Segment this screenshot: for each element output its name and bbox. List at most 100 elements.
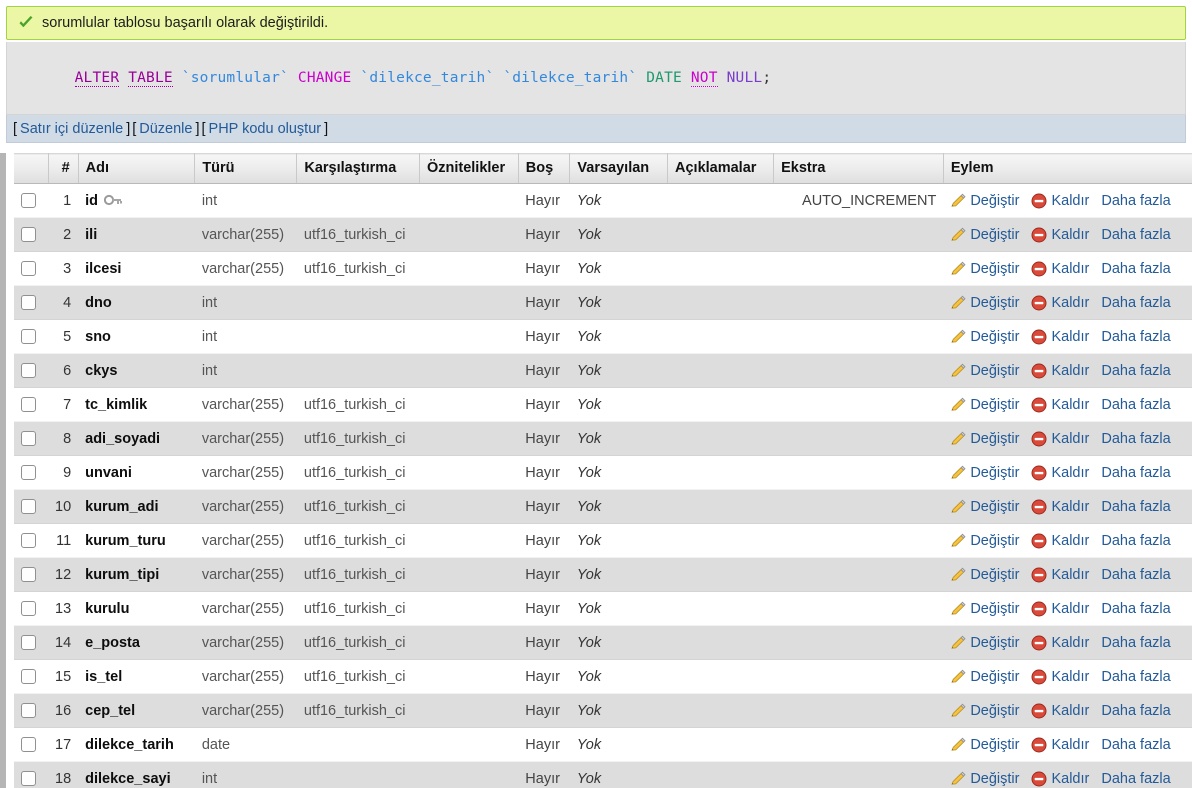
row-checkbox[interactable]	[21, 295, 36, 311]
row-checkbox[interactable]	[21, 737, 36, 753]
row-checkbox-cell[interactable]	[14, 183, 48, 218]
row-checkbox[interactable]	[21, 329, 36, 345]
drop-column-link[interactable]: Kaldır	[1031, 601, 1097, 617]
row-checkbox-cell[interactable]	[14, 421, 48, 456]
change-column-link[interactable]: Değiştir	[950, 669, 1027, 685]
row-checkbox[interactable]	[21, 261, 36, 277]
drop-column-link[interactable]: Kaldır	[1031, 295, 1097, 311]
change-column-link[interactable]: Değiştir	[950, 295, 1027, 311]
more-actions-link[interactable]: Daha fazla	[1101, 771, 1170, 787]
change-column-link[interactable]: Değiştir	[950, 397, 1027, 413]
change-column-link[interactable]: Değiştir	[950, 227, 1027, 243]
more-actions-link[interactable]: Daha fazla	[1101, 193, 1170, 209]
row-checkbox[interactable]	[21, 635, 36, 651]
more-actions-link[interactable]: Daha fazla	[1101, 567, 1170, 583]
row-checkbox-cell[interactable]	[14, 693, 48, 728]
more-actions-link[interactable]: Daha fazla	[1101, 295, 1170, 311]
change-column-link[interactable]: Değiştir	[950, 363, 1027, 379]
more-actions-link[interactable]: Daha fazla	[1101, 669, 1170, 685]
more-actions-link[interactable]: Daha fazla	[1101, 737, 1170, 753]
drop-column-link[interactable]: Kaldır	[1031, 499, 1097, 515]
row-checkbox[interactable]	[21, 499, 36, 515]
header-index[interactable]: #	[48, 153, 79, 184]
change-column-link[interactable]: Değiştir	[950, 771, 1027, 787]
more-actions-link[interactable]: Daha fazla	[1101, 261, 1170, 277]
change-column-link[interactable]: Değiştir	[950, 703, 1027, 719]
drop-column-link[interactable]: Kaldır	[1031, 431, 1097, 447]
row-checkbox[interactable]	[21, 567, 36, 583]
row-checkbox-cell[interactable]	[14, 285, 48, 320]
drop-column-link[interactable]: Kaldır	[1031, 193, 1097, 209]
drop-column-link[interactable]: Kaldır	[1031, 737, 1097, 753]
change-column-link[interactable]: Değiştir	[950, 533, 1027, 549]
change-column-link[interactable]: Değiştir	[950, 431, 1027, 447]
row-checkbox[interactable]	[21, 703, 36, 719]
create-php-code-link[interactable]: PHP kodu oluştur	[206, 121, 325, 137]
drop-column-link[interactable]: Kaldır	[1031, 669, 1097, 685]
row-checkbox-cell[interactable]	[14, 523, 48, 558]
header-collation[interactable]: Karşılaştırma	[296, 153, 420, 184]
drop-column-link[interactable]: Kaldır	[1031, 567, 1097, 583]
row-checkbox-cell[interactable]	[14, 319, 48, 354]
row-checkbox-cell[interactable]	[14, 489, 48, 524]
row-checkbox-cell[interactable]	[14, 659, 48, 694]
change-column-link[interactable]: Değiştir	[950, 567, 1027, 583]
drop-column-link[interactable]: Kaldır	[1031, 261, 1097, 277]
row-checkbox[interactable]	[21, 669, 36, 685]
drop-column-link[interactable]: Kaldır	[1031, 397, 1097, 413]
drop-column-link[interactable]: Kaldır	[1031, 635, 1097, 651]
more-actions-link[interactable]: Daha fazla	[1101, 635, 1170, 651]
row-checkbox[interactable]	[21, 363, 36, 379]
change-column-link[interactable]: Değiştir	[950, 193, 1027, 209]
drop-column-link[interactable]: Kaldır	[1031, 703, 1097, 719]
more-actions-link[interactable]: Daha fazla	[1101, 363, 1170, 379]
row-checkbox-cell[interactable]	[14, 761, 48, 788]
drop-column-link[interactable]: Kaldır	[1031, 465, 1097, 481]
drop-column-link[interactable]: Kaldır	[1031, 771, 1097, 787]
header-select-all[interactable]	[14, 153, 49, 184]
more-actions-link[interactable]: Daha fazla	[1101, 601, 1170, 617]
drop-column-link[interactable]: Kaldır	[1031, 533, 1097, 549]
more-actions-link[interactable]: Daha fazla	[1101, 397, 1170, 413]
row-checkbox-cell[interactable]	[14, 727, 48, 762]
change-column-link[interactable]: Değiştir	[950, 635, 1027, 651]
row-checkbox-cell[interactable]	[14, 217, 48, 252]
header-name[interactable]: Adı	[78, 153, 196, 184]
row-checkbox[interactable]	[21, 465, 36, 481]
header-default[interactable]: Varsayılan	[569, 153, 668, 184]
row-checkbox[interactable]	[21, 431, 36, 447]
row-checkbox-cell[interactable]	[14, 591, 48, 626]
row-checkbox[interactable]	[21, 533, 36, 549]
more-actions-link[interactable]: Daha fazla	[1101, 533, 1170, 549]
more-actions-link[interactable]: Daha fazla	[1101, 465, 1170, 481]
change-column-link[interactable]: Değiştir	[950, 601, 1027, 617]
row-checkbox[interactable]	[21, 601, 36, 617]
row-checkbox[interactable]	[21, 771, 36, 787]
row-checkbox-cell[interactable]	[14, 387, 48, 422]
row-checkbox-cell[interactable]	[14, 557, 48, 592]
row-checkbox-cell[interactable]	[14, 353, 48, 388]
more-actions-link[interactable]: Daha fazla	[1101, 703, 1170, 719]
edit-link[interactable]: Düzenle	[136, 121, 195, 137]
change-column-link[interactable]: Değiştir	[950, 329, 1027, 345]
more-actions-link[interactable]: Daha fazla	[1101, 329, 1170, 345]
change-column-link[interactable]: Değiştir	[950, 465, 1027, 481]
row-checkbox[interactable]	[21, 397, 36, 413]
more-actions-link[interactable]: Daha fazla	[1101, 499, 1170, 515]
row-checkbox-cell[interactable]	[14, 455, 48, 490]
row-checkbox[interactable]	[21, 227, 36, 243]
header-null[interactable]: Boş	[518, 153, 571, 184]
header-extra[interactable]: Ekstra	[773, 153, 944, 184]
header-comments[interactable]: Açıklamalar	[667, 153, 775, 184]
drop-column-link[interactable]: Kaldır	[1031, 329, 1097, 345]
header-attributes[interactable]: Öznitelikler	[419, 153, 519, 184]
change-column-link[interactable]: Değiştir	[950, 499, 1027, 515]
header-type[interactable]: Türü	[194, 153, 298, 184]
inline-edit-link[interactable]: Satır içi düzenle	[17, 121, 126, 137]
sql-query-box[interactable]: ALTER TABLE `sorumlular` CHANGE `dilekce…	[6, 42, 1186, 115]
drop-column-link[interactable]: Kaldır	[1031, 227, 1097, 243]
row-checkbox[interactable]	[21, 193, 36, 209]
change-column-link[interactable]: Değiştir	[950, 261, 1027, 277]
row-checkbox-cell[interactable]	[14, 625, 48, 660]
drop-column-link[interactable]: Kaldır	[1031, 363, 1097, 379]
